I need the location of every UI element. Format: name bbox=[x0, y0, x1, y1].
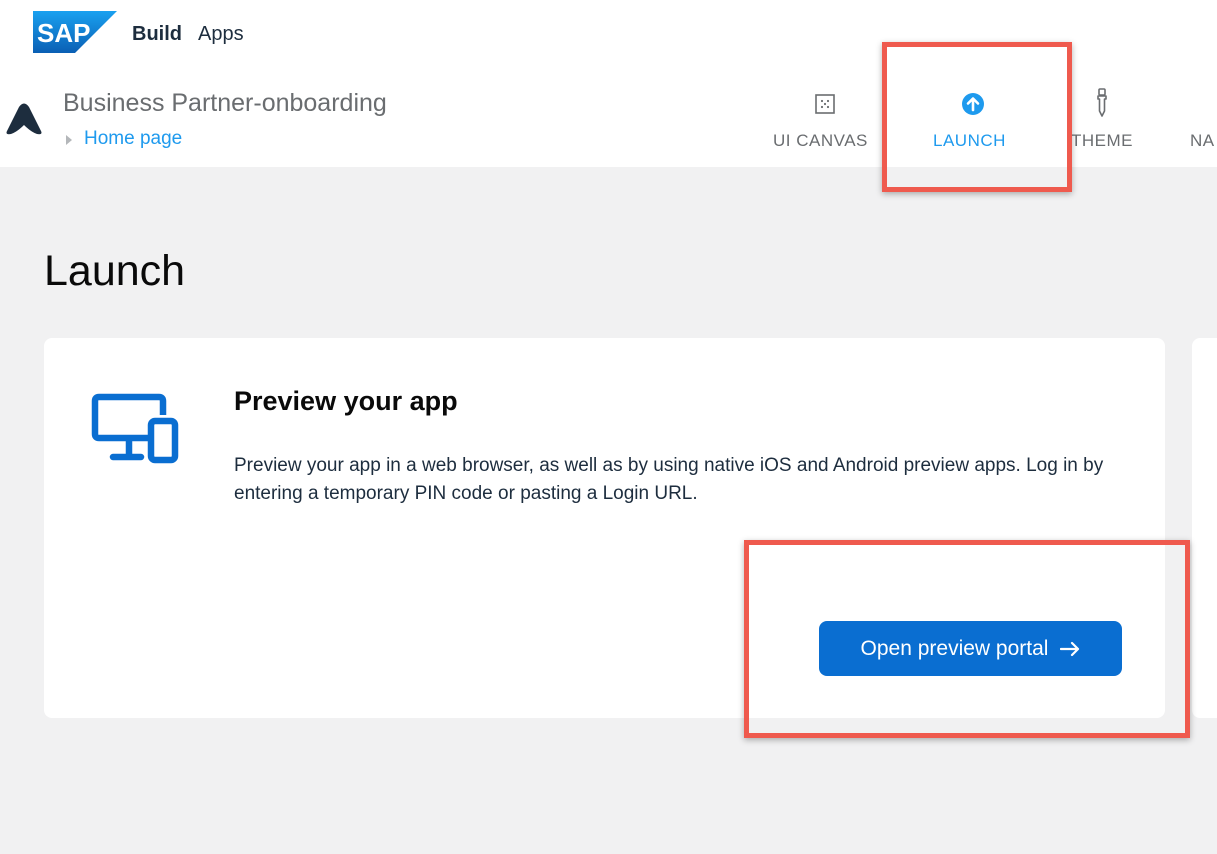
breadcrumb-home-page-link[interactable]: Home page bbox=[84, 128, 182, 150]
arrow-right-icon bbox=[1060, 641, 1080, 656]
tab-launch[interactable]: LAUNCH bbox=[918, 66, 1028, 167]
top-header: SAP Build Apps bbox=[0, 0, 1217, 66]
tab-theme-label: THEME bbox=[1071, 131, 1133, 150]
project-title: Business Partner-onboarding bbox=[63, 89, 387, 117]
open-preview-portal-label: Open preview portal bbox=[860, 636, 1049, 660]
upload-arrow-icon bbox=[962, 93, 984, 115]
devices-icon bbox=[91, 393, 179, 464]
tab-launch-label: LAUNCH bbox=[933, 131, 1006, 150]
tab-navigation[interactable]: NA bbox=[1186, 66, 1217, 167]
product-subname: Apps bbox=[198, 23, 244, 45]
preview-app-card: Preview your app Preview your app in a w… bbox=[44, 338, 1165, 718]
dropper-icon bbox=[1097, 88, 1107, 117]
page-title: Launch bbox=[44, 247, 186, 295]
product-name: Build bbox=[132, 23, 182, 45]
app-logo-icon[interactable] bbox=[3, 101, 45, 135]
tab-ui-canvas-label: UI CANVAS bbox=[773, 131, 868, 150]
card-title: Preview your app bbox=[234, 386, 458, 416]
card-description: Preview your app in a web browser, as we… bbox=[234, 455, 1104, 504]
sap-logo[interactable]: SAP bbox=[33, 11, 117, 53]
next-card-edge bbox=[1192, 338, 1217, 718]
grid-canvas-icon bbox=[815, 94, 835, 114]
breadcrumb-caret-icon bbox=[66, 135, 72, 145]
open-preview-portal-button[interactable]: Open preview portal bbox=[819, 621, 1122, 676]
tab-navigation-label: NA bbox=[1190, 131, 1215, 150]
tab-ui-canvas[interactable]: UI CANVAS bbox=[766, 66, 884, 167]
sap-logo-text: SAP bbox=[37, 18, 90, 48]
app-bar: Business Partner-onboarding Home page UI… bbox=[0, 66, 1217, 167]
tab-theme[interactable]: THEME bbox=[1068, 66, 1144, 167]
